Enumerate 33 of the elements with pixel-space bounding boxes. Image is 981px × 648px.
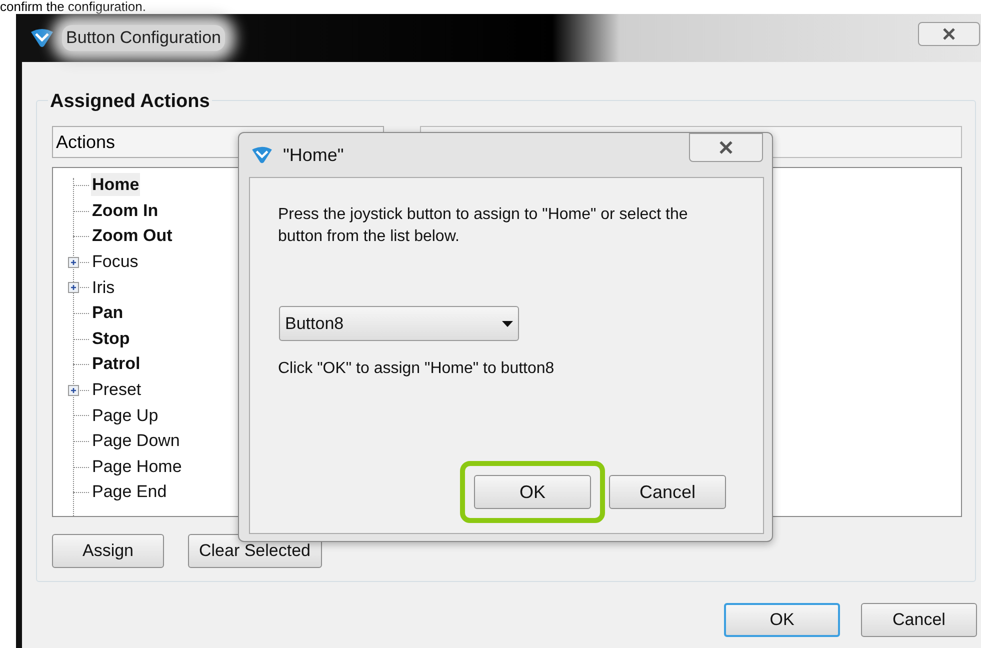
tree-item[interactable]: Page Down [91,429,181,452]
dialog-button[interactable]: OK [474,475,591,509]
tree-item[interactable]: Home [91,173,140,196]
dropdown-arrow-icon [502,320,513,326]
tree-item[interactable]: Zoom Out [91,224,174,248]
tree-item[interactable]: Page Home [91,454,183,478]
tree-item[interactable]: Patrol [91,352,142,376]
tree-item[interactable]: Stop [91,326,131,350]
close-icon [718,141,734,154]
tree-item[interactable]: Zoom In [91,198,160,222]
app-logo-icon [30,28,54,48]
tree-item[interactable]: Focus [91,250,140,274]
dialog-button[interactable]: Cancel [861,603,977,637]
expand-icon[interactable] [68,256,79,268]
tree-item[interactable]: Page End [91,480,168,504]
tree-item[interactable]: Iris [91,276,116,299]
expand-icon[interactable] [68,384,79,396]
close-button[interactable] [689,133,763,162]
tree-item[interactable]: Pan [91,301,124,324]
tree-item[interactable]: Page Up [91,404,160,427]
tree-item[interactable]: Preset [91,378,142,402]
dialog-button[interactable]: Cancel [609,475,726,509]
button-dropdown[interactable]: Button8 [279,306,519,341]
expand-icon[interactable] [68,282,79,294]
window-title: Button Configuration [62,25,225,51]
caption-text: confirm the configuration. [0,0,146,14]
app-logo-icon [251,146,273,164]
close-icon [942,28,956,40]
instruction-text: Press the joystick button to assign to "Home" or select the button from the list below. [278,205,689,247]
close-button[interactable] [918,22,980,46]
hint-text: Click "OK" to assign "Home" to button8 [278,359,554,379]
dialog-button[interactable]: OK [724,603,840,637]
action-button[interactable]: Assign [52,534,164,568]
